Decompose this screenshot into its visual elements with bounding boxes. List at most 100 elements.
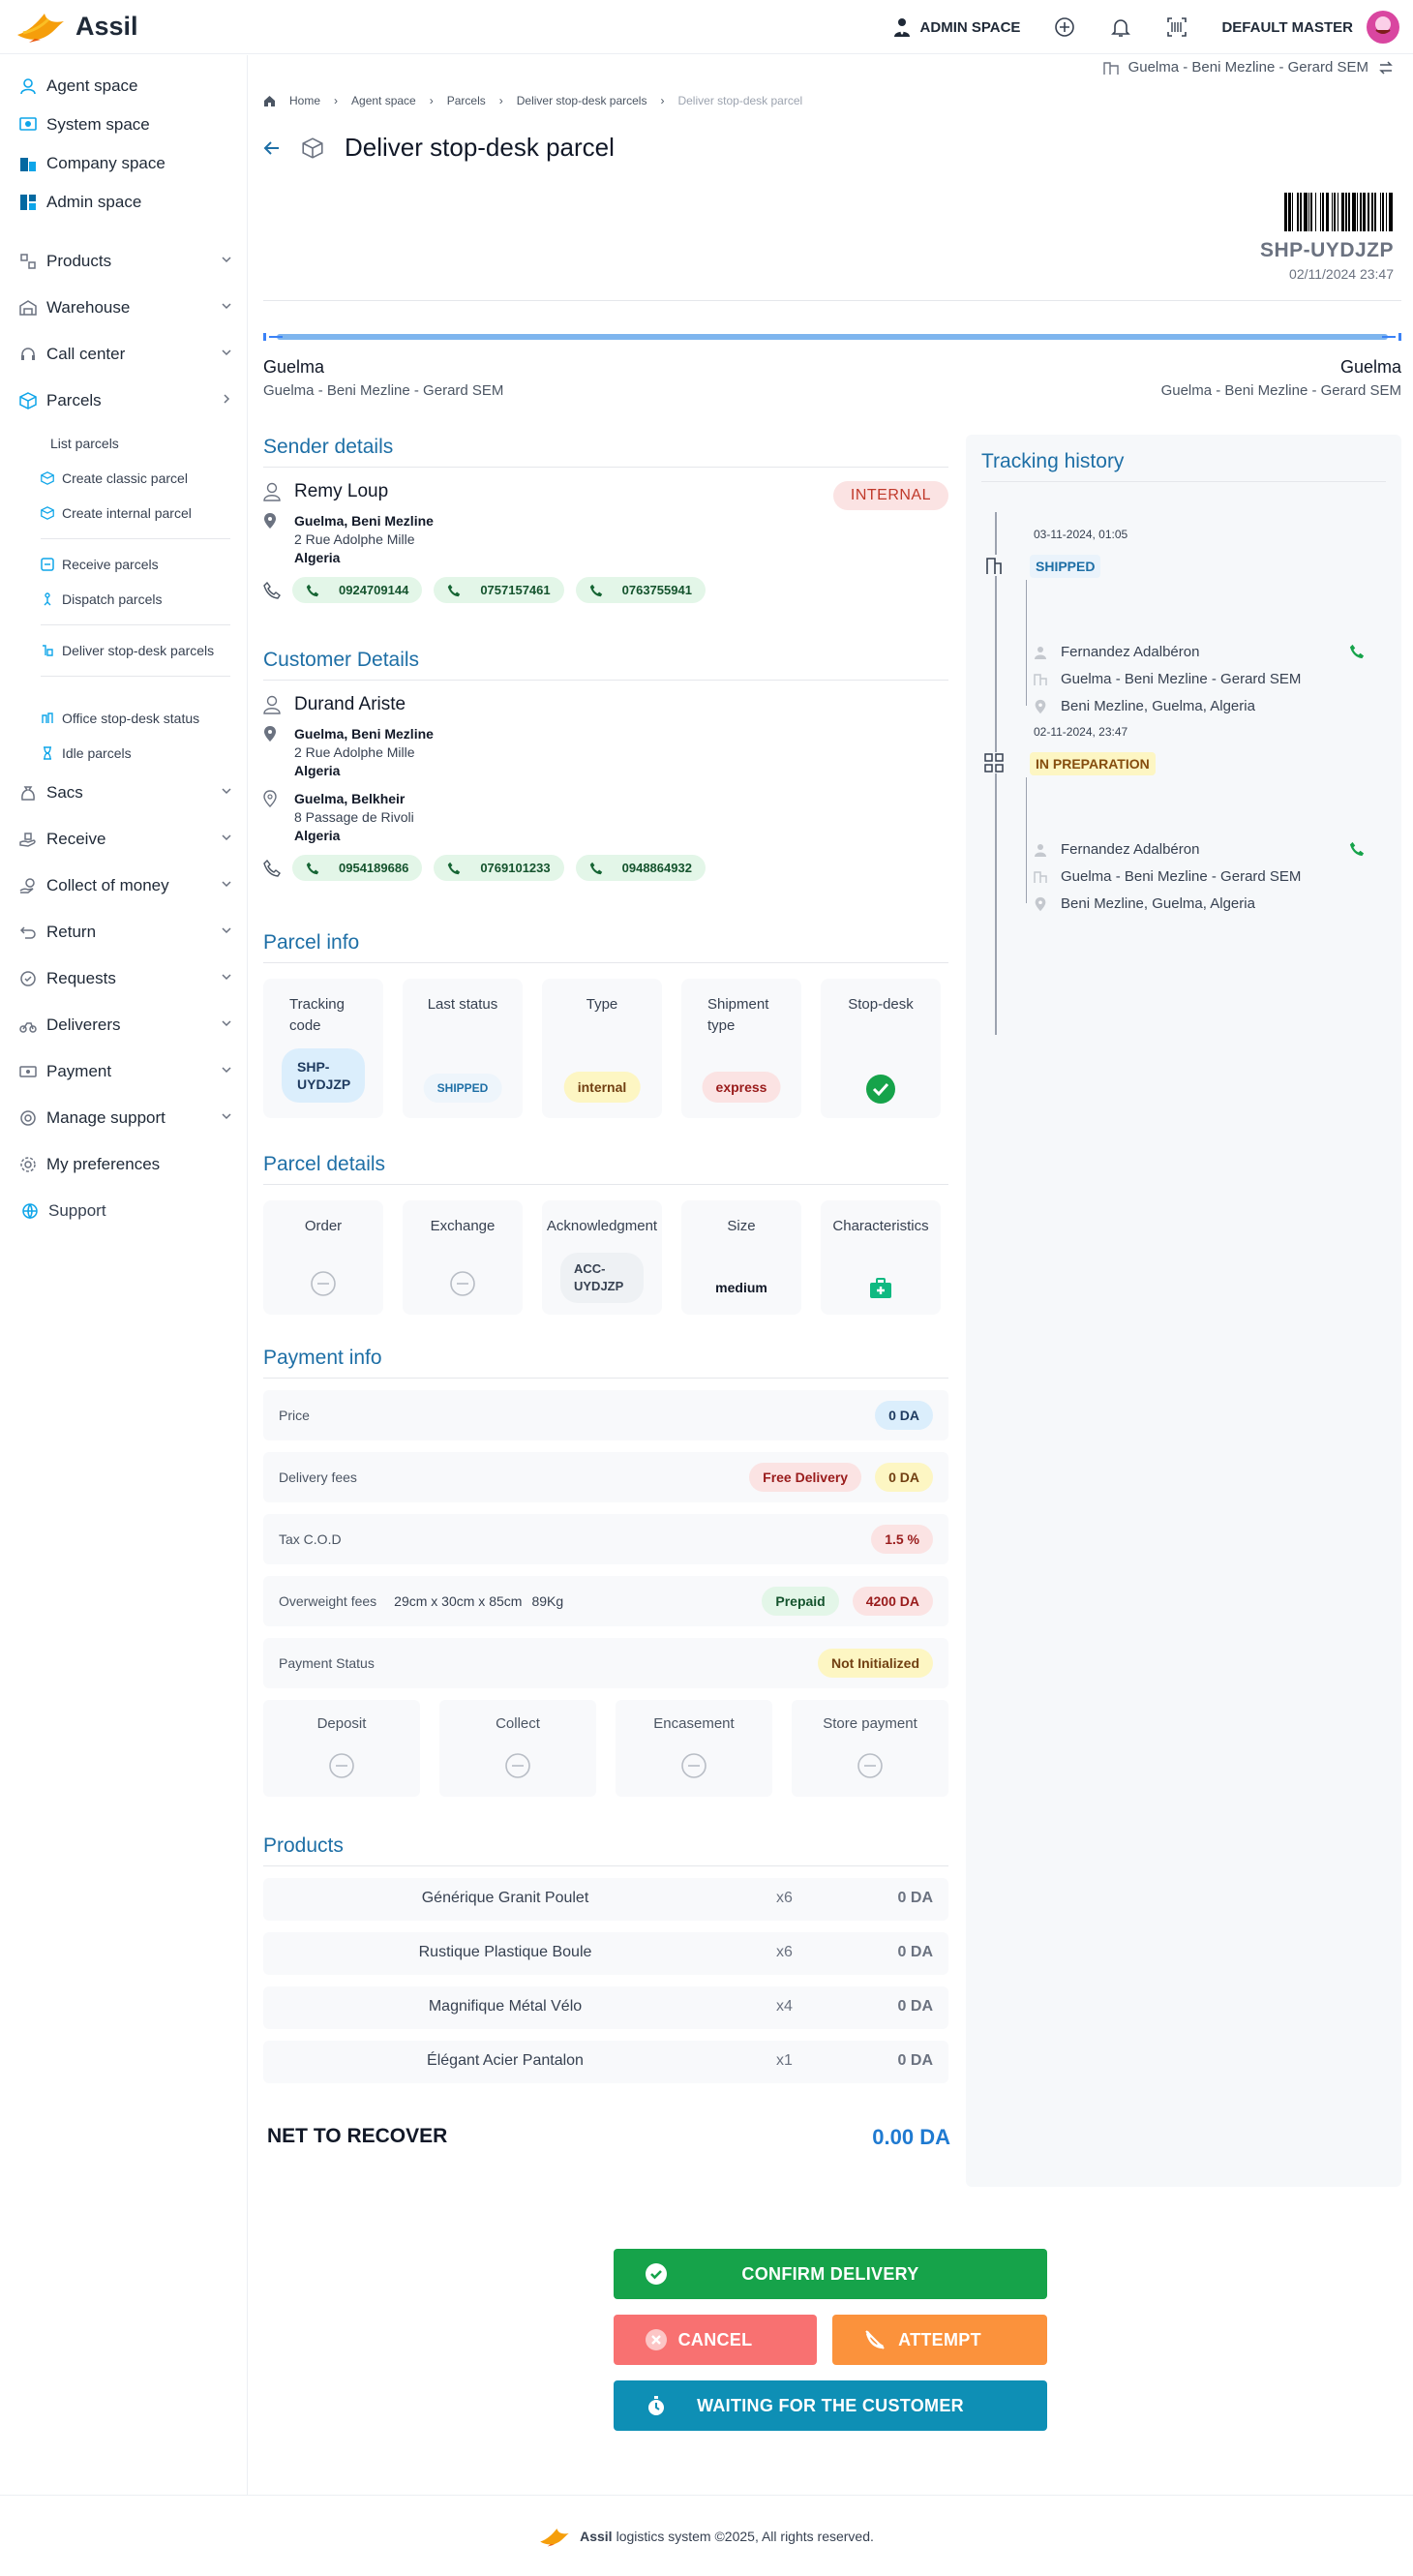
breadcrumb-current: Deliver stop-desk parcel — [677, 94, 803, 107]
waiting-for-customer-button[interactable]: WAITING FOR THE CUSTOMER — [614, 2380, 1047, 2431]
chevron-down-icon — [222, 349, 231, 356]
phone-icon — [448, 862, 461, 874]
sidebar-item-requests[interactable]: Requests — [19, 969, 232, 988]
box-icon — [41, 506, 54, 520]
sidebar-item-payment[interactable]: Payment — [19, 1062, 232, 1081]
price-value: 0 DA — [875, 1401, 933, 1430]
home-icon[interactable] — [263, 95, 276, 107]
location-pin-icon — [1035, 896, 1046, 911]
sidebar-sub-create-classic-parcel[interactable]: Create classic parcel — [41, 470, 188, 486]
chevron-down-icon — [222, 788, 231, 795]
user-tie-icon — [893, 18, 910, 37]
sidebar-item-admin-space[interactable]: Admin space — [19, 193, 232, 212]
headset-icon — [21, 348, 35, 360]
sidebar-sub-create-internal-parcel[interactable]: Create internal parcel — [41, 505, 192, 521]
grid-icon — [983, 752, 1005, 773]
weight: 89Kg — [531, 1593, 564, 1609]
customer-phones: 0954189686 0769101233 0948864932 — [263, 855, 948, 881]
breadcrumb-agent-space[interactable]: Agent space — [351, 94, 416, 107]
timeline-line — [995, 512, 997, 1035]
stopwatch-icon — [648, 2396, 664, 2415]
sidebar-sub-office-stop-desk-status[interactable]: Office stop-desk status — [41, 711, 199, 726]
phone-chip[interactable]: 0954189686 — [292, 855, 423, 881]
sidebar-item-sacs[interactable]: Sacs — [19, 783, 232, 803]
bell-icon[interactable] — [1109, 15, 1132, 39]
sidebar-item-agent-space[interactable]: Agent space — [19, 76, 232, 96]
phone-icon[interactable] — [1349, 841, 1365, 857]
phone-chip[interactable]: 0948864932 — [575, 855, 706, 881]
avatar[interactable] — [1367, 11, 1399, 44]
check-circle-icon — [866, 1075, 895, 1104]
sidebar-item-call-center[interactable]: Call center — [19, 345, 232, 364]
sidebar-sub-list-parcels[interactable]: List parcels — [50, 436, 119, 451]
phone-chip[interactable]: 0757157461 — [434, 577, 564, 603]
footer: Assil logistics system ©2025, All rights… — [0, 2495, 1413, 2576]
sidebar-item-deliverers[interactable]: Deliverers — [19, 1015, 232, 1035]
phone-icon[interactable] — [1349, 644, 1365, 659]
sidebar-sub-deliver-stop-desk[interactable]: Deliver stop-desk parcels — [41, 643, 214, 658]
office-building-icon — [1034, 870, 1047, 883]
sidebar-item-support[interactable]: Support — [21, 1201, 234, 1221]
app-logo[interactable]: Assil — [15, 10, 138, 43]
top-bar: Assil ADMIN SPACE DEFAULT MASTER — [0, 0, 1413, 54]
cash-icon — [19, 1066, 37, 1077]
sidebar-item-collect-of-money[interactable]: Collect of money — [19, 876, 232, 895]
event-date: 02-11-2024, 23:47 — [1034, 725, 1128, 739]
phone-chip[interactable]: 0924709144 — [292, 577, 423, 603]
attempt-button[interactable]: ATTEMPT — [832, 2315, 1047, 2365]
user-icon — [20, 78, 36, 95]
minus-circle-icon — [505, 1753, 530, 1778]
location-pin-outline-icon — [263, 790, 277, 807]
back-arrow-icon[interactable] — [263, 139, 281, 157]
sidebar-item-company-space[interactable]: Company space — [19, 154, 232, 173]
building-icon — [20, 158, 36, 171]
payment-section: Payment info Price 0 DA Delivery fees Fr… — [263, 1347, 948, 1797]
breadcrumb-parcels[interactable]: Parcels — [447, 94, 486, 107]
barcode-scan-icon[interactable] — [1165, 15, 1188, 39]
minus-circle-icon — [311, 1271, 336, 1296]
sidebar-item-manage-support[interactable]: Manage support — [19, 1108, 232, 1128]
sidebar-item-return[interactable]: Return — [19, 923, 232, 942]
chevron-down-icon — [222, 1067, 231, 1074]
sidebar-sub-receive-parcels[interactable]: Receive parcels — [41, 557, 159, 572]
net-to-recover-label: NET TO RECOVER — [267, 2125, 448, 2147]
sidebar-item-receive[interactable]: Receive — [19, 830, 232, 849]
admin-space-button[interactable]: ADMIN SPACE — [893, 17, 1020, 37]
sidebar-item-my-preferences[interactable]: My preferences — [19, 1155, 232, 1174]
switch-arrows-icon[interactable] — [1378, 60, 1394, 76]
card-last-status: Last status SHIPPED — [403, 979, 523, 1118]
minus-circle-icon — [857, 1753, 883, 1778]
sidebar-sub-dispatch-parcels[interactable]: Dispatch parcels — [41, 591, 163, 607]
box-icon — [302, 136, 323, 159]
office-status-icon — [42, 712, 53, 723]
current-office[interactable]: Guelma - Beni Mezline - Gerard SEM — [1102, 59, 1394, 76]
sidebar-divider — [41, 676, 230, 677]
product-row: Rustique Plastique Boule x6 0 DA — [263, 1932, 948, 1975]
breadcrumb-separator: › — [429, 94, 434, 107]
sidebar-sub-idle-parcels[interactable]: Idle parcels — [41, 745, 132, 761]
delivery-icon — [43, 645, 53, 656]
section-title: Parcel details — [263, 1153, 948, 1185]
breadcrumb-home[interactable]: Home — [289, 94, 320, 107]
user-menu[interactable]: DEFAULT MASTER — [1221, 19, 1353, 36]
customer-address-primary: Guelma, Beni Mezline 2 Rue Adolphe Mille… — [263, 725, 948, 780]
assil-logo-icon — [17, 14, 64, 43]
acknowledgment-pill: ACC-UYDJZP — [560, 1253, 644, 1303]
plus-circle-icon[interactable] — [1053, 15, 1076, 39]
sidebar-item-warehouse[interactable]: Warehouse — [19, 298, 232, 318]
sidebar-item-parcels[interactable]: Parcels — [19, 391, 232, 410]
phone-chip[interactable]: 0769101233 — [434, 855, 564, 881]
chevron-down-icon — [222, 1113, 231, 1120]
breadcrumb: Home › Agent space › Parcels › Deliver s… — [263, 94, 802, 107]
footer-text: logistics system ©2025, All rights reser… — [616, 2528, 874, 2544]
breadcrumb-deliver-stop-desk-parcels[interactable]: Deliver stop-desk parcels — [517, 94, 647, 107]
office-building-icon — [1034, 673, 1047, 685]
phone-chip[interactable]: 0763755941 — [575, 577, 706, 603]
office-building-icon — [983, 555, 1005, 576]
sidebar-item-system-space[interactable]: System space — [19, 115, 232, 135]
chevron-down-icon — [222, 881, 231, 888]
payment-row-status: Payment Status Not Initialized — [263, 1638, 948, 1688]
sidebar-item-products[interactable]: Products — [19, 252, 232, 271]
cancel-button[interactable]: CANCEL — [614, 2315, 817, 2365]
confirm-delivery-button[interactable]: CONFIRM DELIVERY — [614, 2249, 1047, 2299]
